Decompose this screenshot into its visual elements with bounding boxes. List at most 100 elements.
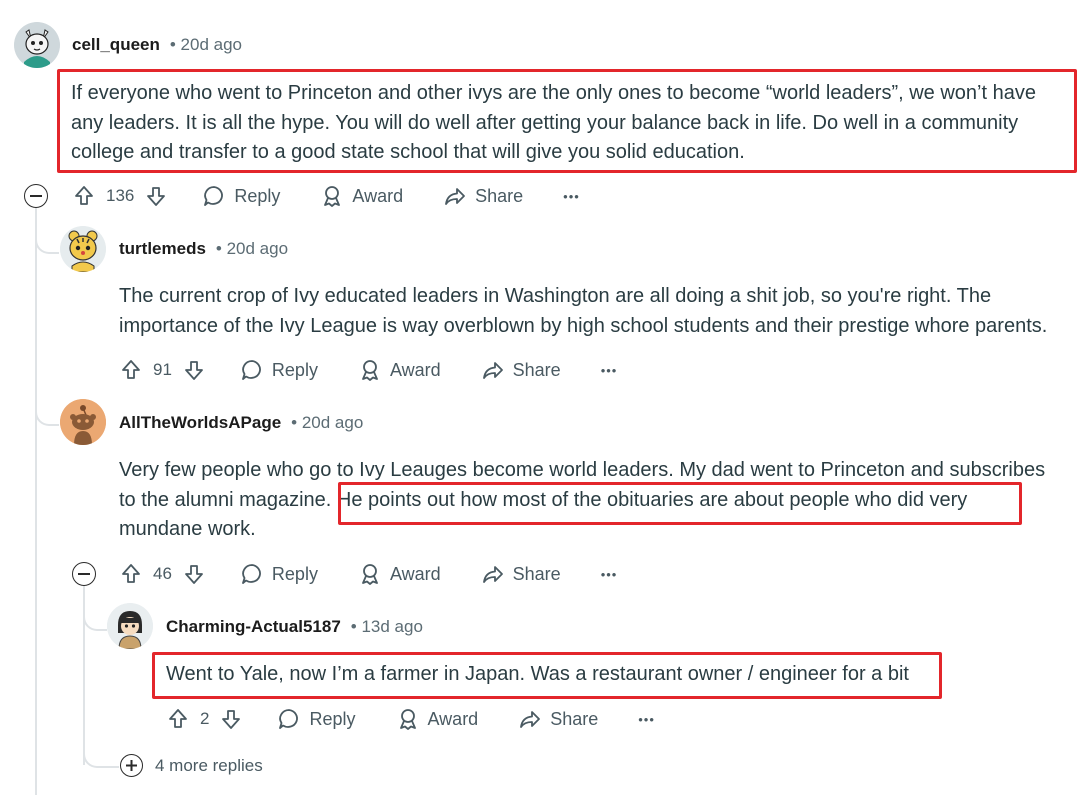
ellipsis-icon: ••• [638, 711, 655, 727]
comment-line: importance of the Ivy League is way over… [119, 314, 1048, 337]
upvote-button[interactable] [72, 184, 96, 208]
speech-bubble-icon [242, 360, 261, 380]
award-button[interactable]: Award [320, 184, 403, 208]
username[interactable]: Charming-Actual5187 [166, 617, 341, 637]
comment-header: Charming-Actual5187 • 13d ago [166, 617, 423, 637]
thread-branch-turtlemeds [35, 208, 59, 254]
award-button[interactable]: Award [358, 358, 441, 382]
upvote-arrow-icon [122, 564, 140, 583]
highlight-box [152, 652, 942, 699]
share-button[interactable]: Share [481, 358, 561, 382]
reply-button[interactable]: Reply [240, 562, 318, 586]
more-options-button[interactable]: ••• [638, 712, 655, 727]
timestamp[interactable]: • 20d ago [216, 239, 288, 259]
comment-actions: 2 Reply Award Share ••• [166, 704, 655, 734]
comment-header: AllTheWorldsAPage • 20d ago [119, 413, 363, 433]
award-button[interactable]: Award [358, 562, 441, 586]
collapse-button[interactable] [24, 184, 48, 208]
avatar[interactable] [14, 22, 60, 68]
avatar-character-icon [107, 603, 153, 649]
award-label: Award [389, 359, 441, 380]
avatar-snoo-icon [60, 399, 106, 445]
more-options-button[interactable]: ••• [601, 363, 618, 378]
reply-label: Reply [271, 563, 318, 584]
vote-count: 91 [153, 360, 172, 379]
share-label: Share [512, 563, 561, 584]
more-replies-label: 4 more replies [155, 755, 263, 775]
username[interactable]: AllTheWorldsAPage [119, 413, 281, 433]
comment-actions: 91 Reply Award Share ••• [119, 355, 617, 385]
comment-text: to the alumni magazine. [119, 488, 332, 511]
award-ribbon-icon [362, 360, 378, 381]
avatar-cat-icon [14, 22, 60, 68]
reply-label: Reply [309, 708, 356, 729]
more-options-button[interactable]: ••• [563, 189, 580, 204]
upvote-button[interactable] [119, 562, 143, 586]
vote-count: 2 [200, 709, 210, 728]
avatar[interactable] [60, 399, 106, 445]
timestamp[interactable]: • 20d ago [170, 35, 242, 55]
highlight-box [57, 69, 1077, 173]
award-label: Award [389, 563, 441, 584]
share-label: Share [512, 359, 561, 380]
reply-button[interactable]: Reply [202, 184, 280, 208]
downvote-button[interactable] [182, 562, 206, 586]
plus-circle-icon [120, 754, 143, 777]
comment-actions: 136 Reply Award Share ••• [72, 181, 580, 211]
thread-branch-alltheworlds [35, 380, 59, 426]
comment-actions: 46 Reply Award Share ••• [119, 559, 617, 589]
comment-header: turtlemeds • 20d ago [119, 239, 288, 259]
avatar[interactable] [107, 603, 153, 649]
thread-branch-charming [83, 585, 107, 631]
username[interactable]: turtlemeds [119, 239, 206, 259]
downvote-arrow-icon [185, 361, 203, 380]
reply-button[interactable]: Reply [240, 358, 318, 382]
award-label: Award [427, 708, 479, 729]
reply-label: Reply [271, 359, 318, 380]
upvote-arrow-icon [75, 186, 93, 205]
vote-count: 46 [153, 564, 172, 583]
speech-bubble-icon [279, 709, 299, 729]
avatar-tiger-icon [60, 226, 106, 272]
downvote-button[interactable] [182, 358, 206, 382]
share-arrow-icon [482, 362, 503, 379]
username[interactable]: cell_queen [72, 35, 160, 55]
share-button[interactable]: Share [518, 707, 598, 731]
minus-icon [78, 573, 90, 575]
share-label: Share [475, 185, 524, 206]
ellipsis-icon: ••• [600, 566, 618, 582]
downvote-arrow-icon [185, 565, 203, 584]
upvote-button[interactable] [166, 707, 190, 731]
award-ribbon-icon [399, 709, 416, 730]
reply-label: Reply [234, 185, 281, 206]
share-button[interactable]: Share [481, 562, 561, 586]
speech-bubble-icon [242, 564, 261, 584]
downvote-button[interactable] [144, 184, 168, 208]
downvote-arrow-icon [222, 710, 241, 729]
comment-header: cell_queen • 20d ago [72, 35, 242, 55]
timestamp[interactable]: • 13d ago [351, 617, 423, 637]
comment-line: The current crop of Ivy educated leaders… [119, 285, 992, 307]
avatar[interactable] [60, 226, 106, 272]
upvote-arrow-icon [169, 709, 187, 728]
downvote-button[interactable] [219, 707, 243, 731]
thread-branch-more-replies [83, 740, 119, 768]
more-replies-link[interactable]: 4 more replies [120, 754, 263, 777]
downvote-arrow-icon [147, 187, 166, 206]
comment-body: The current crop of Ivy educated leaders… [119, 282, 1079, 341]
share-arrow-icon [520, 711, 541, 728]
share-arrow-icon [482, 566, 503, 583]
upvote-arrow-icon [122, 360, 140, 379]
share-label: Share [550, 708, 599, 729]
ellipsis-icon: ••• [563, 188, 580, 204]
timestamp[interactable]: • 20d ago [291, 413, 363, 433]
award-ribbon-icon [324, 186, 341, 207]
vote-count: 136 [106, 186, 135, 205]
collapse-button[interactable] [72, 562, 96, 586]
share-button[interactable]: Share [443, 184, 523, 208]
award-button[interactable]: Award [396, 707, 479, 731]
reply-button[interactable]: Reply [277, 707, 356, 731]
minus-icon [30, 195, 42, 197]
more-options-button[interactable]: ••• [601, 567, 618, 582]
upvote-button[interactable] [119, 358, 143, 382]
